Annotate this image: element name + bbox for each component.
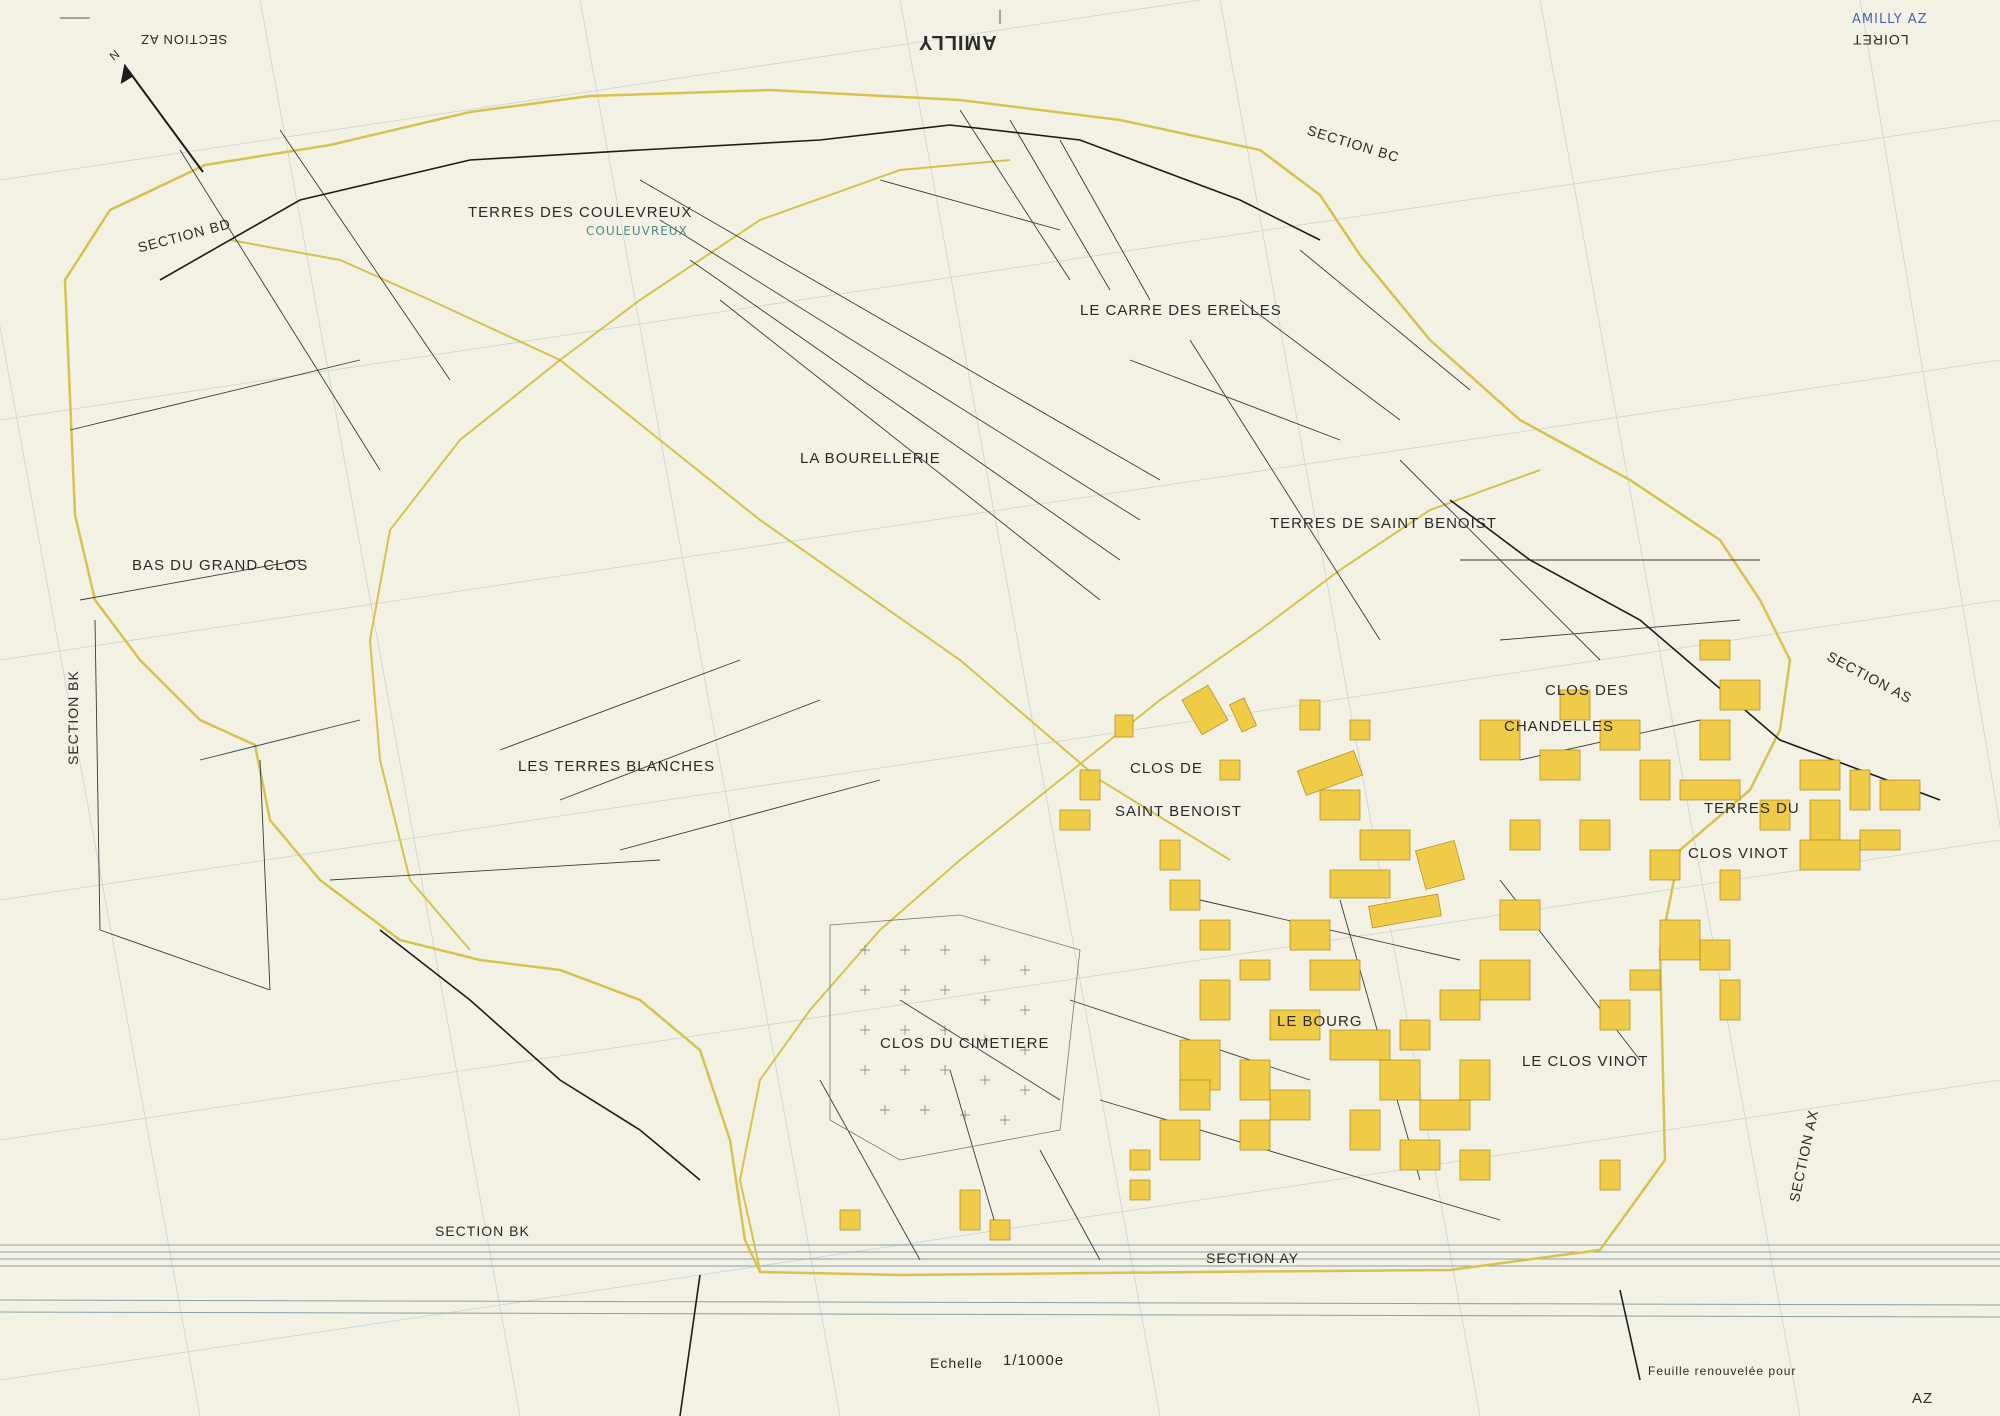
sheet-tag: AMILLY AZ [1852, 12, 1928, 27]
lieu-bourellerie: LA BOURELLERIE [800, 450, 941, 467]
lieu-terres-clos-vinot-2: CLOS VINOT [1688, 845, 1789, 862]
lieu-terres-clos-vinot-1: TERRES DU [1704, 800, 1800, 817]
sheet-code: AZ [1912, 1390, 1934, 1407]
section-bk-bottom-label: SECTION BK [435, 1223, 530, 1239]
buildings [839, 639, 1921, 1241]
lieu-saint-benoist: TERRES DE SAINT BENOIST [1270, 515, 1497, 532]
lieu-cimetiere: CLOS DU CIMETIERE [880, 1035, 1050, 1052]
cadastral-map [0, 0, 2000, 1416]
north-arrow [120, 63, 204, 173]
section-az-header: SECTION AZ [140, 32, 228, 47]
scale-value: 1/1000e [1003, 1352, 1065, 1369]
department-name: LOIRET [1852, 32, 1909, 48]
section-ay-label: SECTION AY [1206, 1250, 1299, 1266]
railway-lines [0, 1244, 2000, 1318]
lieu-clos-vinot: LE CLOS VINOT [1522, 1053, 1649, 1070]
lieu-coulevreux-hand: COULEUVREUX [586, 224, 688, 238]
border-ticks [60, 10, 1001, 24]
scale-label: Echelle [930, 1355, 983, 1371]
section-bk-left-label: SECTION BK [65, 670, 81, 765]
section-boundary [63, 88, 1792, 1277]
lieu-clos-st-benoist-2: SAINT BENOIST [1115, 803, 1242, 820]
renewed-note: Feuille renouvelée pour [1648, 1364, 1797, 1378]
commune-name: AMILLY [918, 31, 997, 53]
lieu-coulevreux: TERRES DES COULEVREUX [468, 204, 693, 221]
lieu-bourg: LE BOURG [1277, 1013, 1363, 1030]
lieu-clos-st-benoist-1: CLOS DE [1130, 760, 1203, 777]
grid-lines [0, 0, 2000, 1416]
lieu-grand-clos: BAS DU GRAND CLOS [132, 557, 309, 574]
road-cross [229, 239, 1231, 861]
cadastral-sheet: AMILLY LOIRET SECTION AZ AMILLY AZ N SEC… [0, 0, 2000, 1416]
lieu-chandelles-1: CLOS DES [1545, 682, 1629, 699]
lieu-chandelles-2: CHANDELLES [1504, 718, 1615, 735]
lieu-erelles: LE CARRE DES ERELLES [1080, 302, 1282, 319]
road-west [368, 359, 561, 951]
lieu-terres-blanches: LES TERRES BLANCHES [518, 758, 716, 775]
